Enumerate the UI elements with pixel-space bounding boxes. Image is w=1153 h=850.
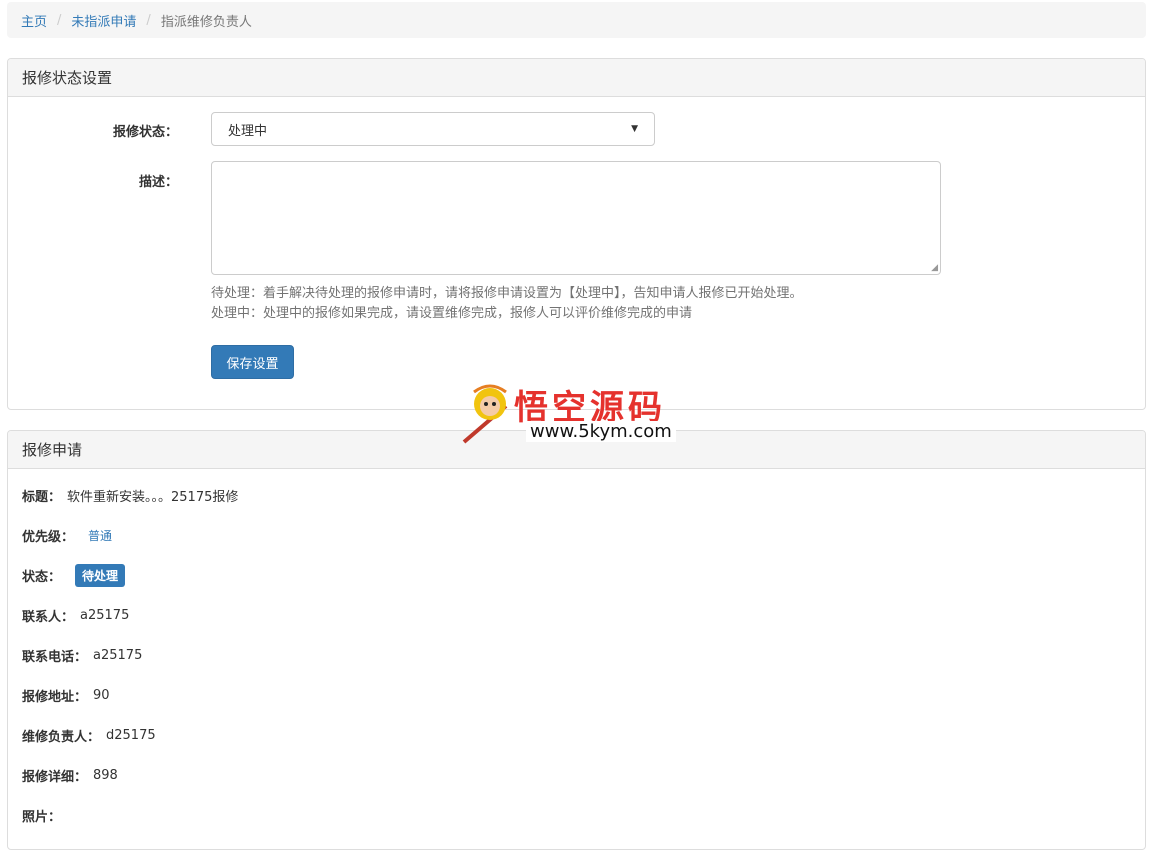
owner-row: 维修负责人： d25175 [22,726,156,745]
title-value: 软件重新安装。。。25175报修 [67,490,239,505]
owner-key: 维修负责人： [22,730,101,745]
resize-grip-icon[interactable]: ◢ [931,263,938,273]
photo-key: 照片： [22,810,62,825]
detail-key: 报修详细： [22,770,88,785]
breadcrumb-unassigned[interactable]: 未指派申请 [71,11,136,30]
breadcrumb-current: 指派维修负责人 [160,14,252,30]
repair-request-panel: 报修申请 标题： 软件重新安装。。。25175报修 优先级： 普通 状态： 待处… [7,430,1146,850]
status-label: 报修状态： [112,125,178,140]
breadcrumb: 主页 / 未指派申请 / 指派维修负责人 [7,2,1146,38]
status-row: 状态： 待处理 [22,564,126,587]
status-badge: 待处理 [75,564,126,587]
detail-row: 报修详细： 898 [22,766,118,785]
help-text-pending: 待处理：着手解决待处理的报修申请时，请将报修申请设置为【处理中】，告知申请人报修… [211,286,803,301]
status-settings-heading: 报修状态设置 [8,59,1145,97]
address-value: 90 [93,688,110,703]
photo-row: 照片： [22,806,67,825]
address-row: 报修地址： 90 [22,686,110,705]
watermark-logo: 悟空源码 www.5kym.com [462,376,690,446]
status-settings-panel: 报修状态设置 报修状态： 处理中 ▼ 描述： ◢ 待处理：着手解决待处理的报修申… [7,58,1146,410]
breadcrumb-separator: / [57,12,62,28]
priority-key: 优先级： [22,530,75,545]
status-select[interactable]: 处理中 ▼ [211,112,655,146]
contact-row: 联系人： a25175 [22,606,129,625]
contact-key: 联系人： [22,610,75,625]
description-label: 描述： [138,175,178,190]
priority-row: 优先级： 普通 [22,526,112,545]
contact-value: a25175 [80,608,130,623]
phone-value: a25175 [93,648,143,663]
breadcrumb-separator: / [146,12,151,28]
phone-row: 联系电话： a25175 [22,646,142,665]
phone-key: 联系电话： [22,650,88,665]
status-select-value: 处理中 [228,123,268,139]
title-row: 标题： 软件重新安装。。。25175报修 [22,486,238,505]
owner-value: d25175 [106,728,156,743]
monkey-king-icon [462,384,508,444]
priority-value: 普通 [88,529,113,543]
breadcrumb-home[interactable]: 主页 [21,11,47,30]
address-key: 报修地址： [22,690,88,705]
description-textarea[interactable]: ◢ [211,161,941,275]
help-text-processing: 处理中：处理中的报修如果完成，请设置维修完成，报修人可以评价维修完成的申请 [211,306,693,321]
chevron-down-icon: ▼ [631,124,638,134]
title-key: 标题： [22,490,62,505]
watermark-url: www.5kym.com [526,421,676,442]
save-settings-button[interactable]: 保存设置 [211,345,294,379]
status-key: 状态： [22,570,62,585]
detail-value: 898 [93,768,118,783]
